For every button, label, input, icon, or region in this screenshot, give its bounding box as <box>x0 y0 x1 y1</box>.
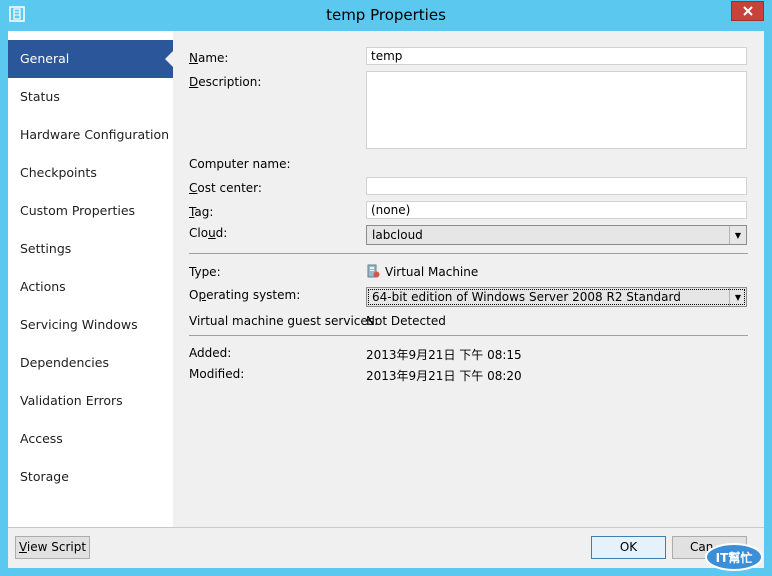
close-button[interactable] <box>731 1 764 21</box>
sidebar-item-dependencies[interactable]: Dependencies <box>8 344 173 382</box>
sidebar-nav: General Status Hardware Configuration Ch… <box>8 31 173 527</box>
sidebar-item-status[interactable]: Status <box>8 78 173 116</box>
name-field[interactable]: temp <box>366 47 747 65</box>
sidebar-item-label: Dependencies <box>20 355 109 370</box>
window-title: temp Properties <box>326 6 446 24</box>
sidebar-item-label: Access <box>20 431 63 446</box>
guest-services-label: Virtual machine guest services: <box>189 314 379 328</box>
dialog-client-area: General Status Hardware Configuration Ch… <box>8 31 764 568</box>
added-label: Added: <box>189 346 232 360</box>
sidebar-item-label: Hardware Configuration <box>20 127 170 142</box>
type-label: Type: <box>189 265 221 279</box>
ok-button[interactable]: OK <box>591 536 666 559</box>
sidebar-item-storage[interactable]: Storage <box>8 458 173 496</box>
type-value: Virtual Machine <box>366 264 478 279</box>
sidebar-item-general[interactable]: General <box>8 40 173 78</box>
sidebar-item-label: Storage <box>20 469 69 484</box>
sidebar-item-validation-errors[interactable]: Validation Errors <box>8 382 173 420</box>
virtual-machine-icon <box>367 264 380 278</box>
section-divider <box>189 335 748 336</box>
chevron-down-icon[interactable]: ▼ <box>729 288 746 306</box>
sidebar-item-label: General <box>20 51 70 66</box>
guest-services-value: Not Detected <box>366 314 446 328</box>
sidebar-item-actions[interactable]: Actions <box>8 268 173 306</box>
general-panel: Name: temp Description: Computer name: C… <box>173 31 764 527</box>
cloud-label: Cloud: <box>189 226 228 240</box>
sidebar-item-hardware-configuration[interactable]: Hardware Configuration <box>8 116 173 154</box>
sidebar-item-label: Servicing Windows <box>20 317 138 332</box>
sidebar-item-label: Validation Errors <box>20 393 123 408</box>
tag-label: Tag: <box>189 205 214 219</box>
sidebar-item-custom-properties[interactable]: Custom Properties <box>8 192 173 230</box>
modified-label: Modified: <box>189 367 245 381</box>
svg-text:IT幫忙: IT幫忙 <box>716 550 753 565</box>
description-label: Description: <box>189 75 262 89</box>
sidebar-item-access[interactable]: Access <box>8 420 173 458</box>
dialog-footer: View Script OK Can <box>8 527 764 568</box>
chevron-down-icon[interactable]: ▼ <box>729 226 746 244</box>
sidebar-item-checkpoints[interactable]: Checkpoints <box>8 154 173 192</box>
operating-system-label: Operating system: <box>189 288 301 302</box>
sidebar-item-label: Settings <box>20 241 72 256</box>
cost-center-label: Cost center: <box>189 181 262 195</box>
modified-value: 2013年9月21日 下午 08:20 <box>366 369 522 383</box>
computer-name-label: Computer name: <box>189 157 291 171</box>
description-field[interactable] <box>366 71 747 149</box>
view-script-button[interactable]: View Script <box>15 536 90 559</box>
name-label: Name: <box>189 51 229 65</box>
sidebar-item-label: Status <box>20 89 60 104</box>
cloud-dropdown[interactable]: labcloud ▼ <box>366 225 747 245</box>
properties-window: temp Properties General Status Hardware … <box>0 0 772 576</box>
section-divider <box>189 253 748 254</box>
added-value: 2013年9月21日 下午 08:15 <box>366 348 522 362</box>
operating-system-dropdown-value: 64-bit edition of Windows Server 2008 R2… <box>372 290 681 304</box>
sidebar-item-label: Actions <box>20 279 66 294</box>
sidebar-item-settings[interactable]: Settings <box>8 230 173 268</box>
close-icon <box>742 6 753 16</box>
sidebar-item-label: Checkpoints <box>20 165 97 180</box>
operating-system-dropdown[interactable]: 64-bit edition of Windows Server 2008 R2… <box>366 287 747 307</box>
title-bar[interactable]: temp Properties <box>0 0 772 31</box>
it-help-watermark-logo: IT幫忙 <box>705 543 763 571</box>
selection-pointer-icon <box>165 51 173 67</box>
sidebar-item-servicing-windows[interactable]: Servicing Windows <box>8 306 173 344</box>
sidebar-item-label: Custom Properties <box>20 203 136 218</box>
tag-field[interactable]: (none) <box>366 201 747 219</box>
cost-center-field[interactable] <box>366 177 747 195</box>
cloud-dropdown-value: labcloud <box>372 228 423 242</box>
